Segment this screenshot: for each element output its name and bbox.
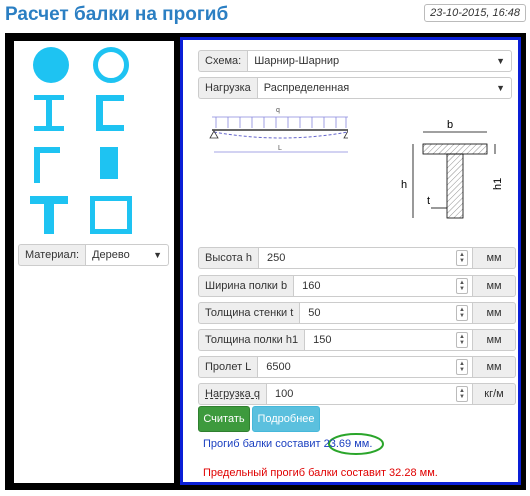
i-beam-shape-icon[interactable] xyxy=(32,95,66,131)
load-type-label: Нагрузка xyxy=(198,77,257,99)
load-type-select[interactable]: Распределенная ▼ xyxy=(256,77,512,99)
scheme-label: Схема: xyxy=(198,50,248,72)
load-label: Нагрузка q xyxy=(198,383,266,405)
flange-thickness-field-group: Толщина полки h1 150 ▲ ▼ мм xyxy=(198,329,516,351)
load-select-group: Нагрузка Распределенная ▼ xyxy=(198,77,512,99)
material-label: Материал: xyxy=(18,244,86,266)
flange-thickness-label: Толщина полки h1 xyxy=(198,329,305,351)
span-input[interactable]: 6500 ▲ ▼ xyxy=(257,356,473,378)
load-unit: кг/м xyxy=(473,383,516,405)
load-field-group: Нагрузка q 100 ▲ ▼ кг/м xyxy=(198,383,516,405)
circle-hollow-shape-icon[interactable] xyxy=(92,46,130,84)
flange-width-field-group: Ширина полки b 160 ▲ ▼ мм xyxy=(198,275,516,297)
diagram-t-label: t xyxy=(427,195,430,207)
channel-shape-icon[interactable] xyxy=(96,95,126,131)
web-thickness-input[interactable]: 50 ▲ ▼ xyxy=(299,302,473,324)
flange-width-label: Ширина полки b xyxy=(198,275,294,297)
diagram-h1-label: h1 xyxy=(492,178,504,190)
spinner-icon[interactable]: ▲ ▼ xyxy=(456,332,468,348)
load-type-value: Распределенная xyxy=(263,82,350,94)
details-button[interactable]: Подробнее xyxy=(252,406,320,432)
calculation-form: Схема: Шарнир-Шарнир ▼ Нагрузка Распреде… xyxy=(180,37,521,485)
diagram-q-label: q xyxy=(276,107,280,114)
chevron-down-icon: ▼ xyxy=(153,250,162,260)
rectangle-solid-shape-icon[interactable] xyxy=(100,147,120,179)
section-shape-panel: Материал: Дерево ▼ xyxy=(14,41,174,483)
deflection-result: Прогиб балки составит 23.69 мм. xyxy=(203,438,373,450)
flange-width-input[interactable]: 160 ▲ ▼ xyxy=(293,275,473,297)
flange-width-unit: мм xyxy=(473,275,516,297)
span-field-group: Пролет L 6500 ▲ ▼ мм xyxy=(198,356,516,378)
spinner-icon[interactable]: ▲ ▼ xyxy=(456,250,468,266)
web-thickness-field-group: Толщина стенки t 50 ▲ ▼ мм xyxy=(198,302,516,324)
spinner-icon[interactable]: ▲ ▼ xyxy=(456,359,468,375)
height-label: Высота h xyxy=(198,247,258,269)
limit-deflection-result: Предельный прогиб балки составит 32.28 м… xyxy=(203,467,438,479)
chevron-down-icon: ▼ xyxy=(496,83,505,93)
rectangle-hollow-shape-icon[interactable] xyxy=(90,196,132,234)
height-input[interactable]: 250 ▲ ▼ xyxy=(257,247,473,269)
span-label: Пролет L xyxy=(198,356,258,378)
scheme-select-group: Схема: Шарнир-Шарнир ▼ xyxy=(198,50,512,72)
spinner-icon[interactable]: ▲ ▼ xyxy=(456,305,468,321)
load-input[interactable]: 100 ▲ ▼ xyxy=(265,383,473,405)
spinner-icon[interactable]: ▲ ▼ xyxy=(456,278,468,294)
page-title: Расчет балки на прогиб xyxy=(5,4,229,25)
material-select[interactable]: Дерево ▼ xyxy=(85,244,169,266)
scheme-value: Шарнир-Шарнир xyxy=(254,55,340,67)
material-select-group: Материал: Дерево ▼ xyxy=(18,244,169,266)
height-field-group: Высота h 250 ▲ ▼ мм xyxy=(198,247,516,269)
web-thickness-unit: мм xyxy=(473,302,516,324)
circle-solid-shape-icon[interactable] xyxy=(32,46,70,84)
web-thickness-label: Толщина стенки t xyxy=(198,302,300,324)
diagram-l-label: L xyxy=(278,145,282,152)
scheme-select[interactable]: Шарнир-Шарнир ▼ xyxy=(247,50,512,72)
spinner-icon[interactable]: ▲ ▼ xyxy=(456,386,468,402)
t-section-diagram: b h h1 t xyxy=(401,119,504,219)
diagram-h-label: h xyxy=(401,179,407,191)
angle-shape-icon[interactable] xyxy=(34,147,64,183)
material-value: Дерево xyxy=(92,249,130,261)
span-unit: мм xyxy=(473,356,516,378)
beam-load-diagram: q L xyxy=(209,107,348,153)
flange-thickness-input[interactable]: 150 ▲ ▼ xyxy=(304,329,473,351)
chevron-down-icon: ▼ xyxy=(496,56,505,66)
t-beam-shape-icon[interactable] xyxy=(30,196,70,234)
date-badge: 23-10-2015, 16:48 xyxy=(424,4,526,22)
flange-thickness-unit: мм xyxy=(473,329,516,351)
diagram-b-label: b xyxy=(447,119,453,131)
height-unit: мм xyxy=(473,247,516,269)
calculate-button[interactable]: Считать xyxy=(198,406,250,432)
